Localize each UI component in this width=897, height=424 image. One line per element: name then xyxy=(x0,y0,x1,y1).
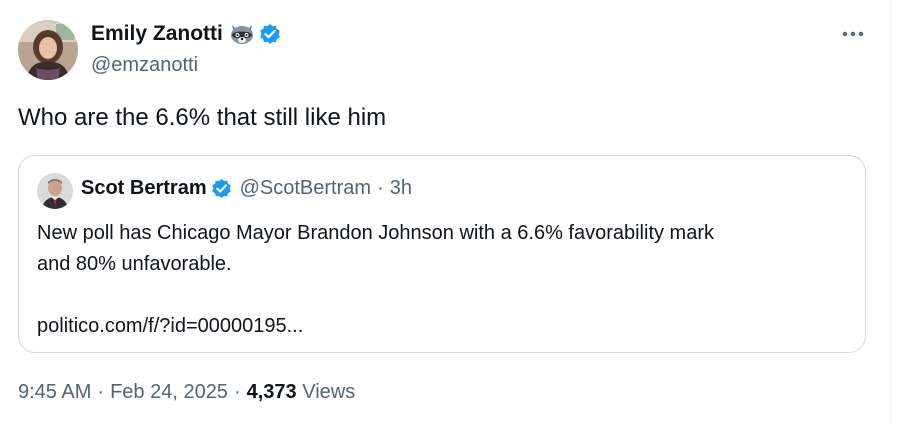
author-avatar[interactable] xyxy=(18,20,78,80)
separator-dot: · xyxy=(377,177,384,199)
verified-badge-icon[interactable] xyxy=(259,23,281,45)
tweet-time[interactable]: 9:45 AM xyxy=(18,381,91,403)
quoted-author-avatar[interactable] xyxy=(37,173,73,209)
separator-dot: · xyxy=(233,381,241,403)
tweet-metadata: 9:45 AM · Feb 24, 2025 · 4,373 Views xyxy=(18,381,355,404)
tweet-text: Who are the 6.6% that still like him xyxy=(18,104,387,131)
more-options-icon[interactable] xyxy=(838,22,868,46)
quoted-author-handle[interactable]: @ScotBertram xyxy=(240,177,371,200)
verified-badge-icon xyxy=(211,178,232,199)
quoted-tweet-time[interactable]: 3h xyxy=(390,177,412,200)
quoted-tweet-text-line: and 80% unfavorable. xyxy=(37,253,232,275)
quoted-author-name[interactable]: Scot Bertram xyxy=(81,177,207,200)
author-name-row: Emily Zanotti xyxy=(91,22,281,46)
views-count: 4,373 xyxy=(246,381,297,403)
tweet-header: Emily Zanotti @emzanotti xyxy=(18,18,873,82)
tweet-date[interactable]: Feb 24, 2025 xyxy=(110,381,228,403)
views-label: Views xyxy=(302,381,356,403)
quoted-tweet-body: New poll has Chicago Mayor Brandon Johns… xyxy=(37,218,847,342)
raccoon-icon xyxy=(229,23,255,45)
author-handle[interactable]: @emzanotti xyxy=(91,54,198,77)
author-name[interactable]: Emily Zanotti xyxy=(91,22,223,46)
quoted-tweet-text-line: New poll has Chicago Mayor Brandon Johns… xyxy=(37,222,715,244)
separator-dot: · xyxy=(97,381,105,403)
quoted-tweet-header: Scot Bertram @ScotBertram · 3h xyxy=(81,177,412,200)
column-border xyxy=(891,0,892,424)
quoted-tweet-card[interactable]: Scot Bertram @ScotBertram · 3h New poll … xyxy=(18,155,866,353)
quoted-tweet-link[interactable]: politico.com/f/?id=00000195... xyxy=(37,311,847,342)
